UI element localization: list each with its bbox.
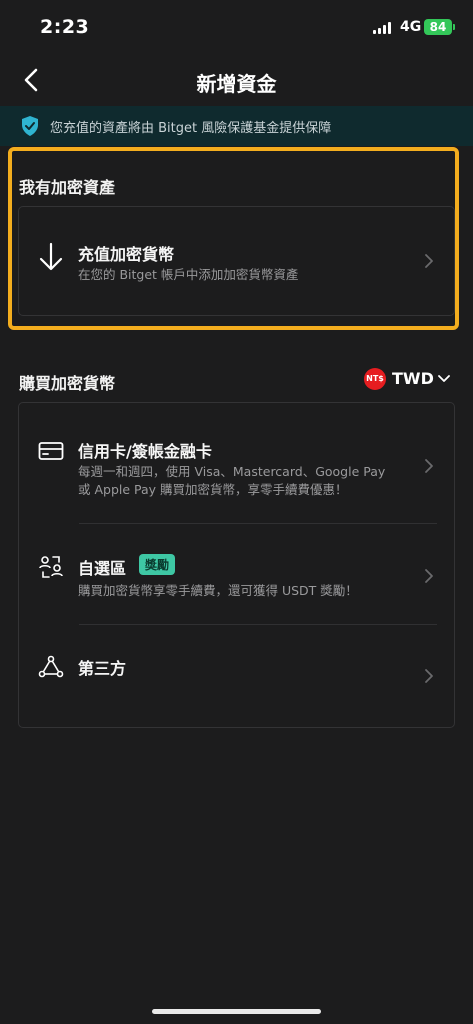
- third-party-icon: [38, 655, 64, 678]
- ntd-currency-icon[interactable]: NT$: [364, 368, 386, 390]
- credit-card-icon: [38, 442, 64, 460]
- status-time: 2:23: [40, 16, 90, 38]
- credit-card-subtitle-line2: 或 Apple Pay 購買加密貨幣，享零手續費優惠！: [78, 482, 348, 497]
- credit-card-subtitle-line1: 每週一和週四，使用 Visa、Mastercard、Google Pay: [78, 464, 386, 479]
- credit-card-title: 信用卡/簽帳金融卡: [78, 442, 212, 461]
- battery-icon: 84: [424, 19, 452, 35]
- banner-text: 您充值的資產將由 Bitget 風險保護基金提供保障: [50, 120, 332, 136]
- network-label: 4G: [400, 19, 422, 35]
- p2p-subtitle: 購買加密貨幣享零手續費，還可獲得 USDT 獎勵！: [78, 583, 358, 598]
- currency-selector[interactable]: TWD: [392, 369, 434, 388]
- third-party-option[interactable]: 第三方: [19, 625, 454, 727]
- shield-check-icon: [22, 116, 38, 136]
- p2p-title: 自選區: [78, 559, 127, 578]
- p2p-option[interactable]: 自選區 獎勵 購買加密貨幣享零手續費，還可獲得 USDT 獎勵！: [19, 524, 454, 624]
- section-buy-title: 購買加密貨幣: [19, 374, 116, 393]
- buy-options-card: 信用卡/簽帳金融卡 每週一和週四，使用 Visa、Mastercard、Goog…: [18, 402, 455, 728]
- battery-cap: [453, 24, 455, 30]
- credit-card-option[interactable]: 信用卡/簽帳金融卡 每週一和週四，使用 Visa、Mastercard、Goog…: [19, 403, 454, 523]
- reward-badge: 獎勵: [139, 554, 176, 575]
- protection-banner: 您充值的資產將由 Bitget 風險保護基金提供保障: [0, 106, 473, 146]
- home-indicator[interactable]: [152, 1009, 321, 1014]
- chevron-down-icon[interactable]: [437, 374, 451, 384]
- chevron-right-icon: [425, 569, 433, 583]
- signal-icon: [373, 22, 391, 34]
- third-party-title: 第三方: [78, 659, 127, 678]
- chevron-right-icon: [425, 669, 433, 683]
- highlight-box: [8, 147, 459, 330]
- p2p-exchange-icon: [39, 556, 63, 578]
- chevron-right-icon: [425, 459, 433, 473]
- page-title: 新增資金: [196, 72, 277, 96]
